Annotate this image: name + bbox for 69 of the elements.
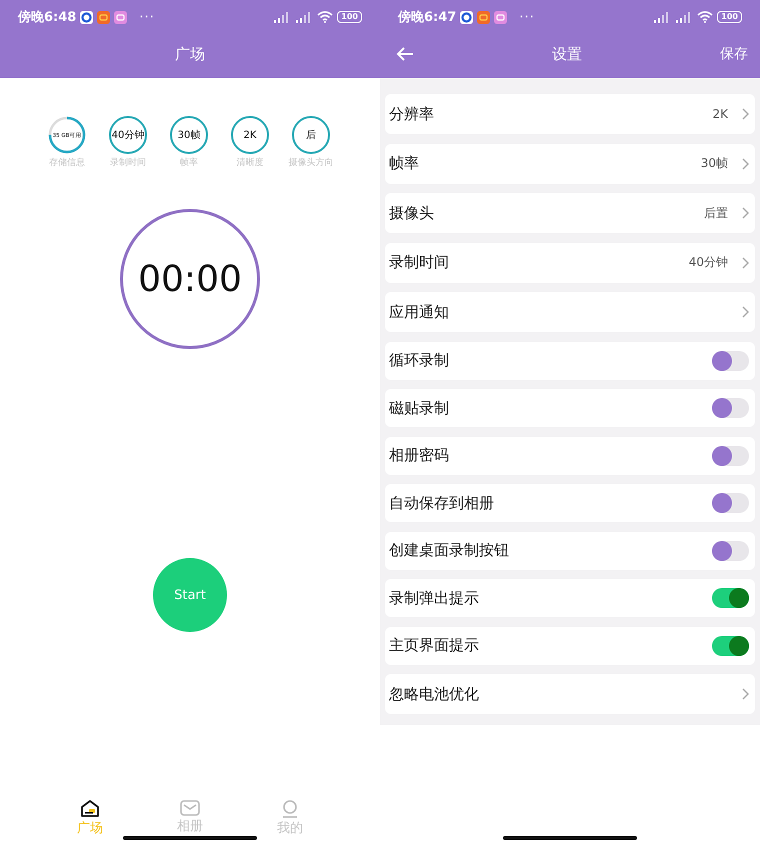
setting-row[interactable]: 忽略电池优化	[385, 674, 755, 714]
stat-value: 2K	[231, 116, 269, 154]
setting-label: 自动保存到相册	[389, 494, 495, 512]
setting-row[interactable]: 帧率 30帧	[385, 144, 755, 184]
back-arrow-icon	[396, 46, 414, 62]
stat-label: 帧率	[180, 156, 198, 169]
stat-label: 摄像头方向	[288, 156, 334, 169]
notification-icon	[494, 10, 508, 24]
page-title: 设置	[552, 45, 582, 63]
battery-indicator: 100	[337, 11, 362, 23]
stat-value: 40分钟	[109, 116, 147, 154]
setting-label: 相册密码	[389, 446, 450, 465]
setting-value: 2K	[712, 107, 728, 121]
stat-value: 30帧	[170, 116, 208, 154]
setting-label: 创建桌面录制按钮	[389, 541, 510, 560]
chevron-icon	[742, 306, 749, 318]
stat-label: 清晰度	[236, 156, 264, 169]
toggle-switch[interactable]	[712, 636, 749, 656]
profile-icon	[281, 800, 299, 818]
status-time: 傍晚6:47	[398, 9, 456, 26]
toggle-switch[interactable]	[712, 588, 749, 608]
setting-row[interactable]: 录制时间 40分钟	[385, 242, 755, 282]
setting-label: 循环录制	[389, 351, 450, 370]
status-time: 傍晚6:48	[18, 9, 76, 26]
storage-ring	[48, 116, 86, 154]
setting-value: 40分钟	[688, 254, 728, 271]
battery-indicator: 100	[717, 11, 742, 23]
stat-label: 录制时间	[110, 156, 146, 169]
more-notifications: ···	[139, 10, 155, 24]
notification-icon	[80, 10, 94, 24]
setting-label: 磁贴录制	[389, 398, 450, 418]
home-icon	[80, 800, 100, 818]
chevron-icon	[742, 207, 749, 219]
chevron-icon	[742, 158, 749, 170]
setting-row[interactable]: 应用通知	[385, 292, 755, 332]
setting-label: 帧率	[389, 154, 420, 173]
setting-label: 录制弹出提示	[389, 588, 480, 608]
notification-icon	[460, 10, 474, 24]
wifi-icon	[697, 11, 714, 23]
save-button[interactable]: 保存	[720, 45, 748, 63]
more-notifications: ···	[519, 10, 535, 24]
notification-icon	[477, 10, 490, 24]
setting-label: 分辨率	[389, 104, 435, 124]
notification-icon	[114, 10, 128, 24]
chevron-icon	[742, 108, 749, 120]
setting-label: 主页界面提示	[389, 636, 480, 655]
page-title: 广场	[175, 44, 205, 64]
stat-value: 后	[292, 116, 330, 154]
notification-icon	[97, 10, 110, 24]
toggle-switch[interactable]	[712, 398, 749, 418]
setting-row[interactable]: 摄像头 后置	[385, 193, 755, 233]
chevron-icon	[742, 688, 749, 700]
setting-label: 摄像头	[389, 204, 435, 222]
toggle-switch[interactable]	[712, 540, 749, 560]
wifi-icon	[317, 11, 334, 23]
setting-value: 30帧	[700, 155, 728, 172]
timer-display: 00:00	[120, 209, 260, 349]
mail-icon	[180, 800, 200, 816]
setting-label: 忽略电池优化	[389, 684, 480, 704]
back-button[interactable]	[396, 46, 414, 62]
toggle-switch[interactable]	[712, 446, 749, 466]
setting-label: 应用通知	[389, 302, 450, 322]
toggle-switch[interactable]	[712, 350, 749, 370]
setting-label: 录制时间	[389, 253, 450, 272]
setting-value: 后置	[704, 204, 728, 222]
stat-label: 存储信息	[49, 156, 85, 169]
chevron-icon	[742, 256, 749, 268]
setting-row[interactable]: 分辨率 2K	[385, 94, 755, 134]
toggle-switch[interactable]	[712, 493, 749, 513]
